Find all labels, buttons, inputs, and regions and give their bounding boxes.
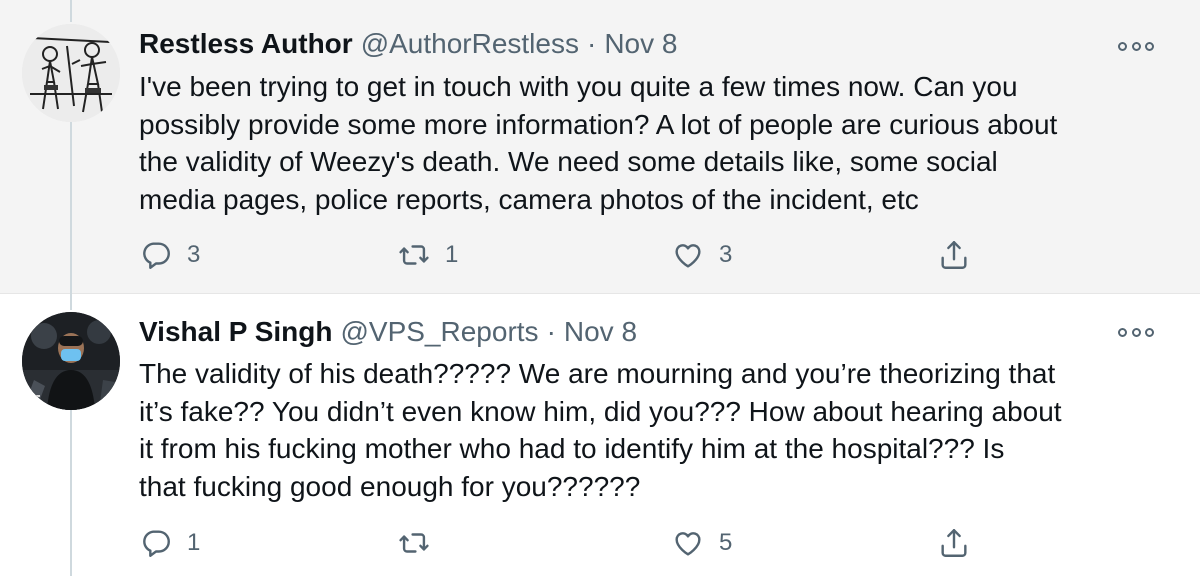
tweet-text: The validity of his death????? We are mo… — [139, 358, 1062, 502]
reply-icon — [143, 530, 170, 557]
like-icon — [675, 532, 701, 556]
thread-line — [70, 0, 72, 22]
like-button[interactable]: 5 — [671, 523, 732, 563]
user-handle[interactable]: @AuthorRestless — [361, 28, 579, 60]
share-button[interactable] — [937, 523, 971, 563]
retweet-count: 1 — [445, 241, 459, 268]
avatar[interactable] — [22, 312, 120, 410]
retweet-button[interactable] — [397, 523, 445, 563]
more-options-icon[interactable] — [1118, 36, 1154, 56]
like-button[interactable]: 3 — [671, 235, 732, 275]
tweet-date[interactable]: Nov 8 — [564, 316, 637, 348]
thread-line — [70, 400, 72, 576]
tweet-actions: 3 1 3 — [139, 235, 999, 275]
reply-button[interactable]: 1 — [139, 523, 200, 563]
avatar[interactable] — [22, 24, 120, 122]
tweet-header: Vishal P Singh @VPS_Reports · Nov 8 — [139, 316, 637, 348]
tweet-date[interactable]: Nov 8 — [604, 28, 677, 60]
retweet-icon — [399, 245, 429, 265]
share-icon — [941, 529, 967, 557]
reply-count: 3 — [187, 241, 201, 268]
reply-icon — [143, 242, 170, 269]
retweet-icon — [399, 533, 429, 553]
retweet-button[interactable]: 1 — [397, 235, 458, 275]
tweet-actions: 1 5 — [139, 523, 999, 563]
share-button[interactable] — [937, 235, 971, 275]
like-count: 5 — [719, 529, 733, 556]
protest-photo-avatar — [22, 312, 120, 410]
user-handle[interactable]: @VPS_Reports — [340, 316, 538, 348]
tweet-header: Restless Author @AuthorRestless · Nov 8 — [139, 28, 677, 60]
display-name[interactable]: Restless Author — [139, 28, 353, 60]
more-options-icon[interactable] — [1118, 322, 1154, 342]
display-name[interactable]: Vishal P Singh — [139, 316, 332, 348]
like-count: 3 — [719, 241, 733, 268]
like-icon — [675, 244, 701, 268]
separator-dot: · — [546, 316, 556, 347]
thread-line — [70, 294, 72, 310]
tweet-text: I've been trying to get in touch with yo… — [139, 71, 1058, 215]
sketch-illustration-avatar — [22, 24, 120, 122]
share-icon — [941, 241, 967, 269]
tweet-vishal-p-singh[interactable]: Vishal P Singh @VPS_Reports · Nov 8 The … — [0, 294, 1200, 576]
thread-line — [70, 122, 72, 294]
tweet-restless-author[interactable]: Restless Author @AuthorRestless · Nov 8 … — [0, 0, 1200, 294]
reply-count: 1 — [187, 529, 201, 556]
separator-dot: · — [586, 28, 597, 59]
reply-button[interactable]: 3 — [139, 235, 200, 275]
